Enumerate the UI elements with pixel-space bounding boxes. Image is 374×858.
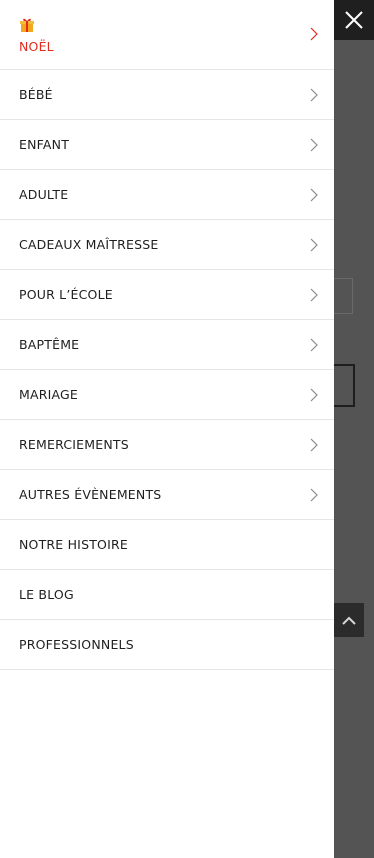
mobile-menu-drawer: NOËL BÉBÉ ENFANT ADULTE CADEAUX MAÎTRESS… (0, 0, 334, 858)
menu-item-label: PROFESSIONNELS (19, 637, 134, 652)
menu-item-label: BAPTÊME (19, 337, 80, 352)
menu-item-le-blog[interactable]: LE BLOG (0, 570, 334, 620)
menu-item-notre-histoire[interactable]: NOTRE HISTOIRE (0, 520, 334, 570)
menu-item-pour-l-ecole[interactable]: POUR L’ÉCOLE (0, 270, 334, 320)
menu-item-label: ENFANT (19, 137, 70, 152)
chevron-right-icon (310, 138, 318, 151)
menu-item-label: AUTRES ÉVÈNEMENTS (19, 487, 162, 502)
close-icon (345, 11, 363, 29)
menu-item-noel[interactable]: NOËL (0, 0, 334, 70)
menu-item-remerciements[interactable]: REMERCIEMENTS (0, 420, 334, 470)
chevron-right-icon (310, 188, 318, 201)
chevron-right-icon (310, 438, 318, 451)
close-menu-button[interactable] (334, 0, 374, 40)
menu-item-enfant[interactable]: ENFANT (0, 120, 334, 170)
menu-item-cadeaux-maitresse[interactable]: CADEAUX MAÎTRESSE (0, 220, 334, 270)
menu-item-label: NOTRE HISTOIRE (19, 537, 128, 552)
chevron-up-icon (342, 616, 356, 625)
menu-item-label: NOËL (19, 39, 54, 54)
menu-item-label: ADULTE (19, 187, 69, 202)
menu-item-bebe[interactable]: BÉBÉ (0, 70, 334, 120)
menu-item-adulte[interactable]: ADULTE (0, 170, 334, 220)
menu-list: NOËL BÉBÉ ENFANT ADULTE CADEAUX MAÎTRESS… (0, 0, 334, 670)
scroll-to-top-button[interactable] (334, 603, 364, 637)
menu-item-mariage[interactable]: MARIAGE (0, 370, 334, 420)
menu-item-professionnels[interactable]: PROFESSIONNELS (0, 620, 334, 670)
chevron-right-icon (310, 238, 318, 251)
chevron-right-icon (310, 27, 318, 41)
menu-item-label: POUR L’ÉCOLE (19, 287, 113, 302)
chevron-right-icon (310, 388, 318, 401)
menu-item-label: LE BLOG (19, 587, 74, 602)
chevron-right-icon (310, 488, 318, 501)
menu-item-label: MARIAGE (19, 387, 79, 402)
menu-item-label: REMERCIEMENTS (19, 437, 129, 452)
menu-item-bapteme[interactable]: BAPTÊME (0, 320, 334, 370)
chevron-right-icon (310, 288, 318, 301)
menu-item-autres-evenements[interactable]: AUTRES ÉVÈNEMENTS (0, 470, 334, 520)
chevron-right-icon (310, 338, 318, 351)
gift-icon (20, 18, 34, 32)
menu-item-label: CADEAUX MAÎTRESSE (19, 237, 159, 252)
menu-item-label: BÉBÉ (19, 87, 53, 102)
chevron-right-icon (310, 88, 318, 101)
